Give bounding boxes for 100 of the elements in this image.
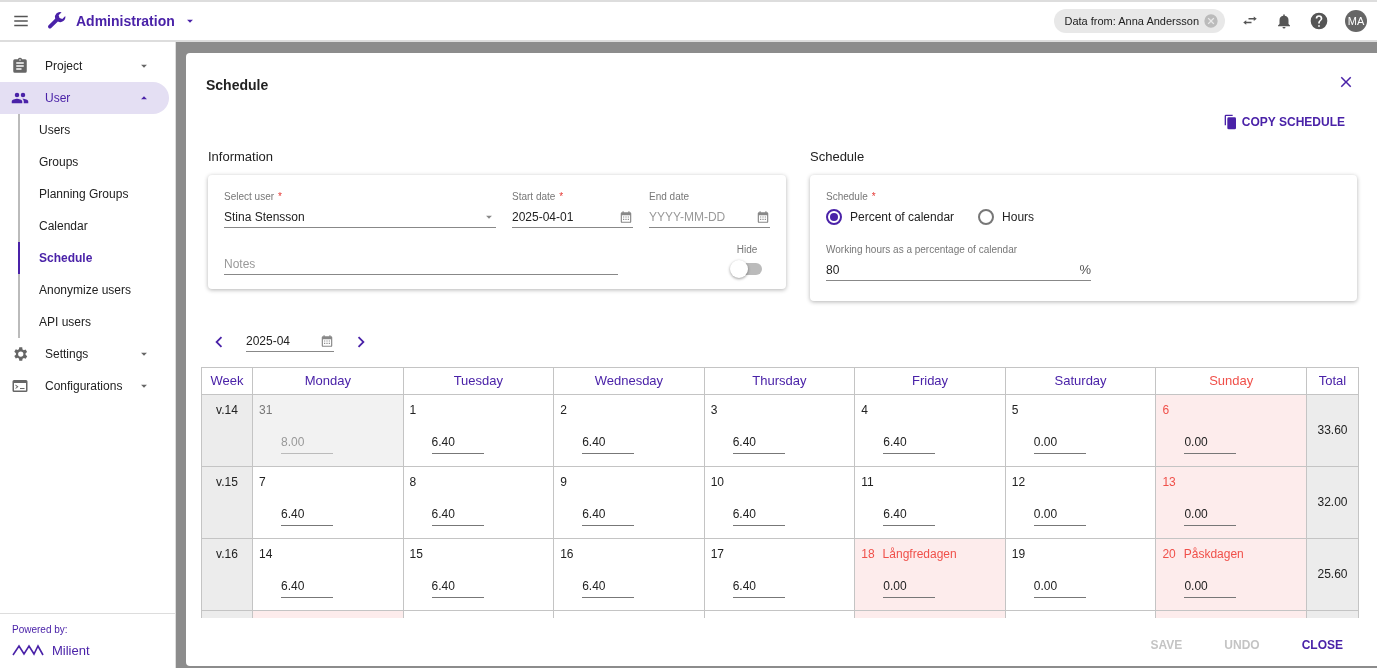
sidebar-subitem[interactable]: Anonymize users bbox=[18, 274, 175, 306]
field-label: Select user bbox=[224, 189, 275, 204]
brand-name: Milient bbox=[52, 641, 90, 660]
day-number: 12 bbox=[1011, 473, 1026, 491]
option-label: Percent of calendar bbox=[850, 208, 955, 226]
radio-option[interactable]: Hours bbox=[978, 207, 1035, 226]
settings-icon bbox=[11, 345, 29, 363]
radio-button[interactable] bbox=[826, 208, 842, 225]
app-title: Administration bbox=[76, 11, 175, 31]
week-total: 25.60 bbox=[1306, 538, 1359, 610]
user-avatar[interactable]: MA bbox=[1345, 10, 1367, 32]
column-header: Friday bbox=[854, 367, 1006, 394]
day-number: 7 bbox=[259, 473, 266, 491]
hours-input[interactable]: 6.40 bbox=[281, 576, 333, 598]
hours-input[interactable]: 6.40 bbox=[732, 576, 785, 598]
data-source-chip[interactable]: Data from: Anna Andersson bbox=[1054, 8, 1225, 34]
hours-input[interactable]: 6.40 bbox=[582, 504, 635, 526]
percent-field[interactable]: 80 % bbox=[826, 260, 1091, 281]
app-switcher[interactable]: Administration bbox=[46, 10, 197, 32]
day-number: 10 bbox=[710, 473, 725, 491]
day-number: 15 bbox=[409, 545, 423, 563]
wrench-icon bbox=[46, 10, 68, 32]
date-field[interactable]: 2025-04-01 bbox=[512, 207, 633, 228]
radio-option[interactable]: Percent of calendar bbox=[826, 207, 955, 226]
field-label: Schedule bbox=[826, 189, 868, 204]
sidebar-item[interactable]: User bbox=[0, 82, 169, 114]
toggle-label: Hide bbox=[736, 242, 758, 257]
hours-input[interactable]: 6.40 bbox=[732, 504, 785, 526]
hours-input[interactable]: 0.00 bbox=[883, 576, 936, 598]
day-number: 16 bbox=[560, 545, 574, 563]
field-label: End date bbox=[649, 189, 690, 204]
sidebar-subitem[interactable]: Planning Groups bbox=[18, 178, 175, 210]
day-number: 1 bbox=[409, 401, 417, 419]
hours-input[interactable]: 6.40 bbox=[431, 504, 484, 526]
day-number: 4 bbox=[861, 401, 868, 419]
clipboard-icon bbox=[11, 57, 29, 75]
hours-input[interactable]: 6.40 bbox=[883, 504, 936, 526]
week-cell: v.15 bbox=[201, 466, 253, 538]
bell-icon[interactable] bbox=[1275, 12, 1293, 30]
month-field[interactable]: 2025-04 bbox=[246, 331, 334, 352]
column-header: Tuesday bbox=[403, 367, 554, 394]
day-number: 8 bbox=[409, 473, 417, 491]
holiday-name: Påskdagen bbox=[1183, 545, 1244, 563]
hours-input[interactable]: 0.00 bbox=[1184, 576, 1237, 598]
calendar-icon bbox=[756, 210, 770, 224]
column-header: Sunday bbox=[1155, 367, 1307, 394]
hide-toggle[interactable] bbox=[732, 262, 762, 275]
column-header: Week bbox=[201, 367, 253, 394]
hours-input[interactable]: 6.40 bbox=[732, 432, 785, 454]
day-number: 2 bbox=[560, 401, 567, 419]
help-icon[interactable] bbox=[1309, 11, 1329, 31]
day-number: 13 bbox=[1162, 473, 1176, 491]
dialog-title: Schedule bbox=[206, 76, 269, 95]
week-total: 32.00 bbox=[1306, 466, 1359, 538]
hours-input[interactable]: 6.40 bbox=[582, 576, 635, 598]
day-number: 20 bbox=[1162, 545, 1176, 563]
hours-input[interactable]: 6.40 bbox=[431, 432, 484, 454]
hours-input[interactable]: 0.00 bbox=[1033, 504, 1086, 526]
section-heading: Information bbox=[208, 148, 275, 166]
sidebar-subitem[interactable]: API users bbox=[18, 306, 175, 338]
day-number: 19 bbox=[1011, 545, 1026, 563]
day-number: 3 bbox=[710, 401, 718, 419]
calendar-icon bbox=[320, 334, 334, 348]
hours-input[interactable]: 6.40 bbox=[582, 432, 635, 454]
day-number: 6 bbox=[1162, 401, 1170, 419]
hours-input[interactable]: 0.00 bbox=[1033, 576, 1086, 598]
radio-button[interactable] bbox=[978, 208, 995, 225]
hours-input[interactable]: 6.40 bbox=[281, 504, 333, 526]
hours-input[interactable]: 0.00 bbox=[1184, 504, 1237, 526]
sidebar-subitem[interactable]: Calendar bbox=[18, 210, 175, 242]
calendar-icon bbox=[619, 210, 633, 224]
hours-input[interactable]: 6.40 bbox=[883, 432, 936, 454]
week-cell: v.14 bbox=[201, 394, 253, 466]
sidebar-item[interactable]: Settings bbox=[0, 338, 169, 370]
hours-input[interactable]: 6.40 bbox=[431, 576, 484, 598]
day-number: 18 bbox=[861, 545, 875, 563]
chip-label: Data from: Anna Andersson bbox=[1064, 13, 1199, 29]
field-label: Working hours as a percentage of calendar bbox=[826, 242, 1018, 257]
section-heading: Schedule bbox=[810, 148, 866, 166]
copy-schedule-button[interactable]: COPY SCHEDULE bbox=[1221, 113, 1345, 131]
hours-input[interactable]: 0.00 bbox=[1184, 432, 1237, 454]
powered-by-label: Powered by: bbox=[12, 622, 69, 637]
day-number: 17 bbox=[710, 545, 725, 563]
option-label: Hours bbox=[1002, 208, 1035, 226]
sidebar-subitem[interactable]: Groups bbox=[18, 146, 175, 178]
week-cell: v.16 bbox=[201, 538, 253, 610]
required-mark: * bbox=[278, 189, 282, 204]
day-number: 14 bbox=[259, 545, 273, 563]
sidebar-item[interactable]: Configurations bbox=[0, 370, 169, 402]
sidebar-item[interactable]: Project bbox=[0, 50, 169, 82]
footer-button[interactable]: CLOSE bbox=[1259, 636, 1343, 654]
day-number: 11 bbox=[861, 473, 874, 491]
column-header: Thursday bbox=[704, 367, 855, 394]
terminal-icon bbox=[11, 377, 29, 395]
column-header: Saturday bbox=[1005, 367, 1156, 394]
hours-input[interactable]: 0.00 bbox=[1033, 432, 1086, 454]
column-header: Wednesday bbox=[553, 367, 705, 394]
field-label: Start date bbox=[512, 189, 556, 204]
sidebar-subitem[interactable]: Users bbox=[18, 114, 175, 146]
user-select[interactable]: Stina Stensson bbox=[224, 207, 496, 228]
